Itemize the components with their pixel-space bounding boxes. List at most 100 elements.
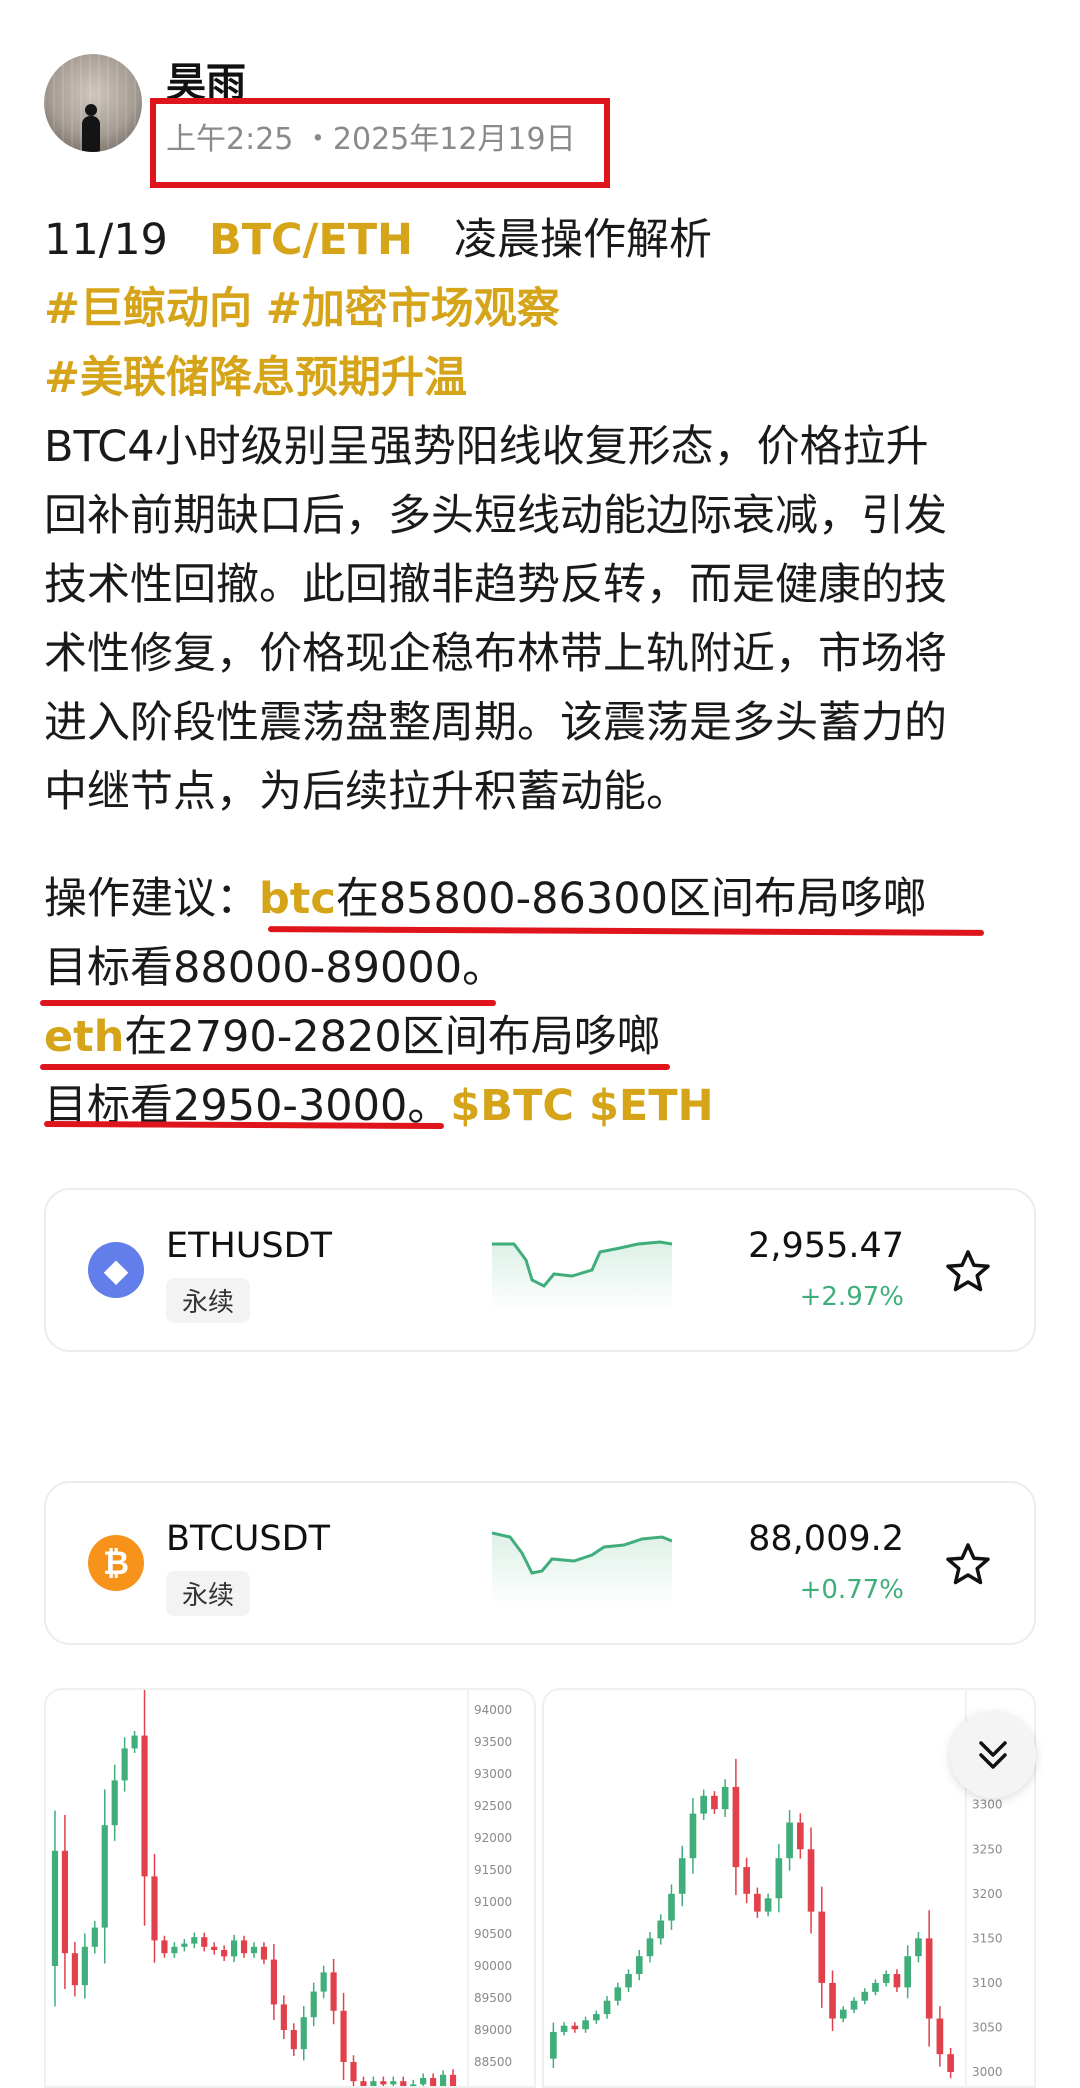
price-tick-label: 90500 [474, 1927, 512, 1941]
perpetual-badge: 永续 [166, 1571, 251, 1616]
candle-body [786, 1822, 793, 1859]
candle-body [839, 2009, 847, 2019]
candle-body [592, 2014, 600, 2021]
candle-body [420, 2078, 427, 2085]
price-tick-label: 89500 [474, 1991, 512, 2005]
title-date: 11/19 [44, 215, 168, 265]
title-eth-tag[interactable]: ETH [318, 215, 413, 265]
candle-body [390, 2081, 397, 2085]
price-tick-label: 88500 [474, 2055, 512, 2069]
candle-body [668, 1893, 675, 1921]
btc-chart-canvas: 94000 93500 93000 92500 92000 91500 91000 90500… [51, 1690, 512, 2086]
price-tick-label: 91000 [474, 1895, 512, 1909]
body-line: 术性修复，价格现企稳布林带上轨附近，市场将 [44, 629, 947, 679]
candle-body [260, 1946, 268, 1960]
candle-body [754, 1893, 761, 1912]
price-tick-label: 94000 [474, 1703, 512, 1717]
star-icon[interactable] [944, 1248, 992, 1296]
avatar[interactable] [44, 54, 142, 152]
advice-prefix: 操作建议： [44, 874, 259, 924]
candle-body [61, 1850, 69, 1954]
candle-body [764, 1898, 772, 1912]
candle-body [614, 1987, 622, 2001]
candle-body [904, 1956, 912, 1988]
title-text: 凌晨操作解析 [454, 215, 713, 265]
candle-body [350, 2062, 357, 2082]
price-tick-label: 3000 [972, 2065, 1003, 2079]
candle-body [893, 1974, 901, 1988]
candle-body [191, 1937, 198, 1944]
candle-body [861, 1991, 869, 2001]
candle-body [111, 1780, 118, 1826]
hashtag-crypto-market[interactable]: #加密市场观察 [266, 284, 560, 334]
candle-body [201, 1937, 208, 1947]
price-tick-label: 92000 [474, 1831, 512, 1845]
candle-body [330, 1972, 337, 2011]
candle-body [370, 2081, 377, 2086]
title-btc-tag[interactable]: BTC [209, 215, 303, 265]
price-tick-label: 3150 [972, 1931, 1003, 1945]
scroll-down-button[interactable] [950, 1712, 1036, 1798]
candle-body [635, 1956, 643, 1974]
advice-btc-ticker[interactable]: btc [259, 874, 336, 924]
candle-body [882, 1974, 890, 1983]
ticker-change: +2.97% [799, 1282, 904, 1312]
candle-body [947, 2054, 954, 2072]
candle-body [270, 1959, 277, 2005]
candle-body [91, 1927, 98, 1947]
candle-body [320, 1972, 327, 1992]
perpetual-badge: 永续 [166, 1278, 251, 1323]
candle-body [430, 2078, 437, 2086]
hashtag-fed-rate-cut[interactable]: #美联储降息预期升温 [44, 353, 467, 403]
candle-body [743, 1867, 750, 1894]
eth-coin-icon: ◆ [88, 1242, 144, 1298]
candle-body [181, 1943, 188, 1947]
candle-body [560, 2025, 568, 2032]
candle-body [310, 1991, 317, 2018]
price-tick-label: 89000 [474, 2023, 512, 2037]
body-line: 进入阶段性震荡盘整周期。该震荡是多头蓄力的 [44, 698, 947, 748]
candle-body [807, 1849, 815, 1912]
candle-body [211, 1946, 218, 1950]
price-tick-label: 3250 [972, 1842, 1003, 1856]
advice-eth-ticker[interactable]: eth [44, 1012, 124, 1062]
candle-body [131, 1735, 138, 1749]
cashtags[interactable]: $BTC $ETH [450, 1081, 713, 1131]
advice-btc-range: 在85800-86300区间布局哆啷 [335, 874, 926, 924]
candle-body [71, 1953, 78, 1986]
candle-body [221, 1950, 228, 1957]
candle-body [915, 1938, 922, 1957]
candle-body [603, 2000, 611, 2015]
candle-body [231, 1940, 238, 1957]
ticker-symbol: BTCUSDT [166, 1519, 330, 1559]
candle-body [240, 1940, 248, 1954]
candle-body [657, 1920, 665, 1939]
hashtag-whale[interactable]: #巨鲸动向 [44, 284, 252, 334]
sparkline-chart [492, 1531, 672, 1605]
candle-body [571, 2025, 579, 2030]
price-tick-label: 91500 [474, 1863, 512, 1877]
candle-body [700, 1795, 708, 1814]
price-tick-label: 93000 [474, 1767, 512, 1781]
btc-candlestick-chart[interactable]: 94000 93500 93000 92500 92000 91500 91000 90500… [44, 1688, 536, 2088]
candle-body [689, 1813, 697, 1859]
candle-body [582, 2020, 589, 2030]
timestamp-highlight-box [150, 98, 610, 188]
ticker-card-ethusdt[interactable]: ◆ ETHUSDT 永续 2,955.47 +2.97% [44, 1188, 1036, 1352]
candle-body [290, 2030, 297, 2050]
candle-body [796, 1822, 804, 1850]
ticker-price: 2,955.47 [748, 1226, 904, 1266]
candle-body [625, 1974, 632, 1988]
candle-body [81, 1946, 88, 1986]
ticker-price: 88,009.2 [748, 1519, 904, 1559]
candle-body [550, 2031, 557, 2059]
ticker-card-btcusdt[interactable]: ₿ BTCUSDT 永续 88,009.2 +0.77% [44, 1481, 1036, 1645]
btc-coin-icon: ₿ [88, 1535, 144, 1591]
price-tick-label: 3100 [972, 1976, 1003, 1990]
star-icon[interactable] [944, 1541, 992, 1589]
candle-body [850, 2000, 858, 2010]
price-tick-label: 3200 [972, 1887, 1003, 1901]
candle-body [141, 1735, 148, 1877]
candle-body [171, 1946, 178, 1954]
candle-body [646, 1938, 654, 1957]
